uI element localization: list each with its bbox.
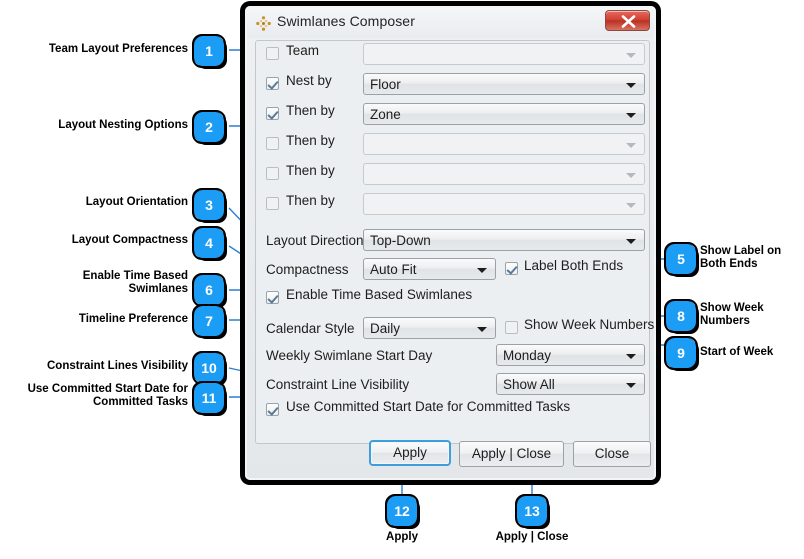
- checkbox-enable-time-based-swimlanes[interactable]: [266, 291, 279, 304]
- title-bar: Swimlanes Composer: [247, 8, 654, 38]
- screenshot-root: Swimlanes Composer Team Nest by Floor Th…: [0, 0, 804, 559]
- annotation-badge-1: 1: [192, 34, 226, 68]
- label-then-by-1: Then by: [286, 103, 335, 118]
- chevron-down-icon: [626, 53, 636, 58]
- label-calendar-style: Calendar Style: [266, 321, 355, 336]
- combo-compactness-value: Auto Fit: [370, 262, 417, 277]
- annotation-label-13: Apply | Close: [495, 531, 569, 543]
- annotation-badge-9: 9: [664, 336, 698, 370]
- annotation-badge-10: 10: [192, 351, 226, 385]
- combo-then-by-1[interactable]: Zone: [363, 103, 645, 125]
- annotation-label-4: Layout Compactness: [71, 234, 188, 246]
- checkbox-then-by-2[interactable]: [266, 137, 279, 150]
- swimlane-diamond-icon: [256, 16, 271, 31]
- combo-nest-by[interactable]: Floor: [363, 73, 645, 95]
- label-weekly-swimlane-start-day: Weekly Swimlane Start Day: [266, 348, 433, 363]
- checkbox-nest-by[interactable]: [266, 77, 279, 90]
- annotation-badge-6: 6: [192, 273, 226, 307]
- chevron-down-icon: [626, 203, 636, 208]
- annotation-badge-11: 11: [192, 381, 226, 415]
- annotation-label-3: Layout Orientation: [85, 196, 188, 208]
- annotation-badge-8: 8: [664, 299, 698, 333]
- swimlanes-composer-dialog: Swimlanes Composer Team Nest by Floor Th…: [241, 2, 660, 484]
- label-team: Team: [286, 43, 320, 58]
- annotation-label-12: Apply: [386, 531, 418, 543]
- label-label-both-ends: Label Both Ends: [524, 258, 624, 273]
- label-constraint-line-visibility: Constraint Line Visibility: [266, 377, 410, 392]
- chevron-down-icon: [626, 239, 636, 244]
- chevron-down-icon: [626, 173, 636, 178]
- combo-calendar-style-value: Daily: [370, 321, 401, 336]
- close-button-bottom[interactable]: Close: [573, 441, 651, 467]
- combo-then-by-1-value: Zone: [370, 107, 401, 122]
- chevron-down-icon: [626, 383, 636, 388]
- close-button[interactable]: [605, 10, 650, 31]
- chevron-down-icon: [626, 354, 636, 359]
- chevron-down-icon: [477, 268, 487, 273]
- chevron-down-icon: [626, 113, 636, 118]
- apply-close-button[interactable]: Apply | Close: [459, 441, 564, 467]
- checkbox-then-by-4[interactable]: [266, 197, 279, 210]
- chevron-down-icon: [477, 327, 487, 332]
- annotation-label-6: Enable Time Based Swimlanes: [82, 270, 188, 295]
- annotation-label-10: Constraint Lines Visibility: [46, 360, 188, 372]
- label-show-week-numbers: Show Week Numbers: [524, 317, 655, 332]
- label-layout-direction: Layout Direction: [266, 233, 364, 248]
- settings-panel: Team Nest by Floor Then by Zone Then by …: [255, 40, 654, 444]
- annotation-label-1: Team Layout Preferences: [48, 43, 188, 55]
- combo-constraint-line-visibility-value: Show All: [503, 377, 555, 392]
- annotation-label-8: Show Week Numbers: [700, 302, 764, 327]
- annotation-badge-2: 2: [192, 110, 226, 144]
- label-then-by-3: Then by: [286, 163, 335, 178]
- label-compactness: Compactness: [266, 262, 349, 277]
- checkbox-then-by-3[interactable]: [266, 167, 279, 180]
- combo-weekly-start-day-value: Monday: [503, 348, 552, 363]
- combo-weekly-swimlane-start-day[interactable]: Monday: [496, 344, 645, 366]
- annotation-badge-3: 3: [192, 188, 226, 222]
- combo-then-by-3[interactable]: [363, 163, 645, 185]
- combo-calendar-style[interactable]: Daily: [363, 317, 496, 339]
- combo-layout-direction[interactable]: Top-Down: [363, 229, 645, 251]
- checkbox-use-committed-start-date[interactable]: [266, 403, 279, 416]
- apply-button[interactable]: Apply: [369, 440, 451, 466]
- combo-constraint-line-visibility[interactable]: Show All: [496, 373, 645, 395]
- close-icon: [621, 15, 636, 28]
- annotation-label-7: Timeline Preference: [78, 313, 188, 325]
- checkbox-show-week-numbers[interactable]: [505, 321, 518, 334]
- chevron-down-icon: [626, 83, 636, 88]
- combo-then-by-2[interactable]: [363, 133, 645, 155]
- annotation-label-2: Layout Nesting Options: [58, 119, 188, 131]
- chevron-down-icon: [626, 143, 636, 148]
- label-then-by-2: Then by: [286, 133, 335, 148]
- checkbox-then-by-1[interactable]: [266, 107, 279, 120]
- label-then-by-4: Then by: [286, 193, 335, 208]
- annotation-badge-13: 13: [515, 494, 549, 528]
- window-title: Swimlanes Composer: [277, 13, 415, 29]
- combo-then-by-4[interactable]: [363, 193, 645, 215]
- annotation-badge-4: 4: [192, 226, 226, 260]
- combo-compactness[interactable]: Auto Fit: [363, 258, 496, 280]
- annotation-label-9: Start of Week: [700, 346, 774, 358]
- combo-nest-by-value: Floor: [370, 77, 401, 92]
- label-use-committed-start-date: Use Committed Start Date for Committed T…: [286, 399, 571, 414]
- label-enable-time-based-swimlanes: Enable Time Based Swimlanes: [286, 287, 473, 302]
- combo-team[interactable]: [363, 43, 645, 65]
- annotation-label-11: Use Committed Start Date for Committed T…: [27, 383, 188, 408]
- checkbox-team[interactable]: [266, 47, 279, 60]
- checkbox-label-both-ends[interactable]: [505, 262, 518, 275]
- combo-layout-direction-value: Top-Down: [370, 233, 431, 248]
- annotation-badge-5: 5: [664, 242, 698, 276]
- annotation-label-5: Show Label on Both Ends: [700, 245, 782, 270]
- annotation-badge-12: 12: [385, 494, 419, 528]
- annotation-badge-7: 7: [192, 304, 226, 338]
- label-nest-by: Nest by: [286, 73, 332, 88]
